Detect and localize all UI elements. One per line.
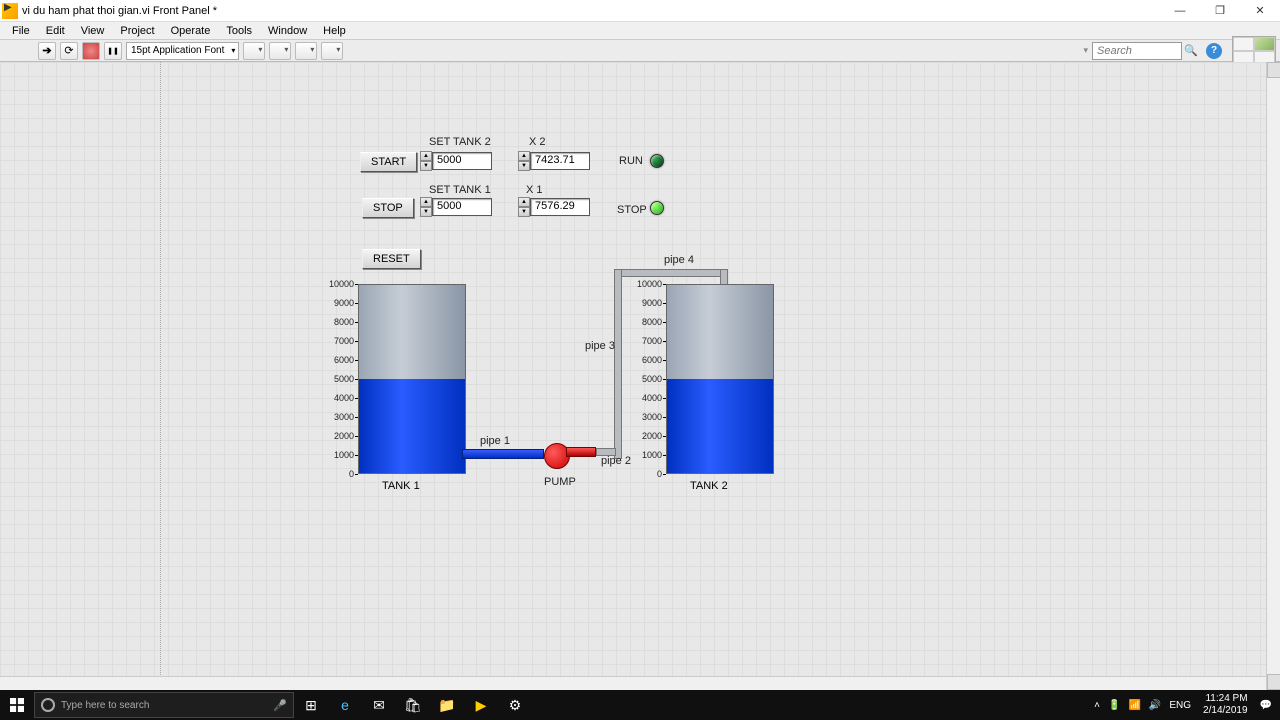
pipe4-label: pipe 4 [664,254,694,266]
x2-label: X 2 [529,136,546,148]
tray-chevron-icon[interactable]: ˄ [1094,700,1100,711]
horizontal-scrollbar[interactable] [0,676,1266,690]
increment-icon[interactable]: ▲ [420,151,432,161]
set-tank2-control[interactable]: ▲▼ 5000 [420,151,492,171]
menu-edit[interactable]: Edit [38,23,73,39]
x2-value[interactable]: 7423.71 [530,152,590,170]
title-bar: vi du ham phat thoi gian.vi Front Panel … [0,0,1280,22]
tank1-scale: 10000 9000 8000 7000 6000 5000 4000 3000… [326,284,354,474]
labview-task-icon[interactable]: ▶ [464,690,498,720]
clock[interactable]: 11:24 PM 2/14/2019 [1199,693,1252,717]
reset-button[interactable]: RESET [362,249,421,269]
system-tray: ˄ 🔋 📶 🔊 ENG 11:24 PM 2/14/2019 💬 [1094,693,1280,717]
taskbar-search[interactable]: Type here to search 🎤 [34,692,294,718]
mail-icon[interactable]: ✉ [362,690,396,720]
menu-operate[interactable]: Operate [163,23,219,39]
window-title: vi du ham phat thoi gian.vi Front Panel … [22,5,217,17]
labview-icon [2,3,18,19]
x1-indicator[interactable]: ▲▼ 7576.29 [518,197,590,217]
task-view-icon[interactable]: ⊞ [294,690,328,720]
minimize-button[interactable]: — [1160,1,1200,21]
store-icon[interactable]: 🛍 [396,690,430,720]
tank2-body [666,284,774,474]
pump-label: PUMP [544,476,576,488]
set-tank1-control[interactable]: ▲▼ 5000 [420,197,492,217]
menu-project[interactable]: Project [112,23,162,39]
run-label: RUN [619,155,643,167]
start-button-win[interactable] [0,690,34,720]
tank2-name: TANK 2 [690,480,728,492]
distribute-menu[interactable] [269,42,291,60]
stop-led-label: STOP [617,204,647,216]
pump-outlet [566,447,596,457]
volume-icon[interactable]: 🔊 [1149,700,1161,711]
pipe1 [462,449,544,459]
pipe2-label: pipe 2 [601,455,631,467]
menu-file[interactable]: File [4,23,38,39]
decrement-icon[interactable]: ▼ [420,161,432,171]
tank1-name: TANK 1 [382,480,420,492]
tank2[interactable]: 10000 9000 8000 7000 6000 5000 4000 3000… [634,284,774,474]
abort-button[interactable] [82,42,100,60]
run-led [650,154,664,168]
toolbar: 15pt Application Font ▾ 🔍 ? [0,40,1280,62]
resize-menu[interactable] [295,42,317,60]
pipe4 [614,269,726,277]
set-tank1-label: SET TANK 1 [429,184,491,196]
x2-indicator[interactable]: ▲▼ 7423.71 [518,151,590,171]
mic-icon[interactable]: 🎤 [273,699,287,712]
search-icon[interactable]: 🔍 [1182,42,1200,60]
menu-view[interactable]: View [73,23,113,39]
pipe3-label: pipe 3 [585,340,615,352]
help-icon[interactable]: ? [1206,43,1222,59]
set-tank2-label: SET TANK 2 [429,136,491,148]
pipe3 [614,269,622,459]
run-continuous-button[interactable] [60,42,78,60]
menu-tools[interactable]: Tools [218,23,260,39]
menu-window[interactable]: Window [260,23,315,39]
stop-button[interactable]: STOP [362,198,414,218]
tank1[interactable]: 10000 9000 8000 7000 6000 5000 4000 3000… [326,284,466,474]
stop-led [650,201,664,215]
edge-icon[interactable]: e [328,690,362,720]
language-indicator[interactable]: ENG [1169,700,1191,711]
vertical-scrollbar[interactable] [1266,62,1280,690]
time: 11:24 PM [1203,693,1248,705]
notifications-icon[interactable]: 💬 [1260,700,1272,711]
icon-pane[interactable] [1232,36,1276,66]
run-button[interactable] [38,42,56,60]
start-button[interactable]: START [360,152,417,172]
pump[interactable] [544,443,570,469]
x1-label: X 1 [526,184,543,196]
align-menu[interactable] [243,42,265,60]
app-icon[interactable]: ⚙ [498,690,532,720]
pipe1-label: pipe 1 [480,435,510,447]
font-selector[interactable]: 15pt Application Font [126,42,239,60]
front-panel-canvas[interactable]: SET TANK 2 X 2 START ▲▼ 5000 ▲▼ 7423.71 … [0,62,1280,690]
windows-taskbar: Type here to search 🎤 ⊞ e ✉ 🛍 📁 ▶ ⚙ ˄ 🔋 … [0,690,1280,720]
cortana-icon [41,698,55,712]
battery-icon[interactable]: 🔋 [1108,700,1120,711]
menu-help[interactable]: Help [315,23,354,39]
tank2-fill [667,379,773,473]
date: 2/14/2019 [1203,705,1248,717]
tank1-body [358,284,466,474]
reorder-menu[interactable] [321,42,343,60]
pause-button[interactable] [104,42,122,60]
wifi-icon[interactable]: 📶 [1128,700,1140,711]
search-input[interactable] [1092,42,1182,60]
set-tank1-value[interactable]: 5000 [432,198,492,216]
x1-value[interactable]: 7576.29 [530,198,590,216]
maximize-button[interactable]: ❐ [1200,1,1240,21]
set-tank2-value[interactable]: 5000 [432,152,492,170]
taskbar-search-placeholder: Type here to search [61,700,149,711]
tank1-fill [359,379,465,473]
tank2-scale: 10000 9000 8000 7000 6000 5000 4000 3000… [634,284,662,474]
explorer-icon[interactable]: 📁 [430,690,464,720]
close-button[interactable]: ✕ [1240,1,1280,21]
